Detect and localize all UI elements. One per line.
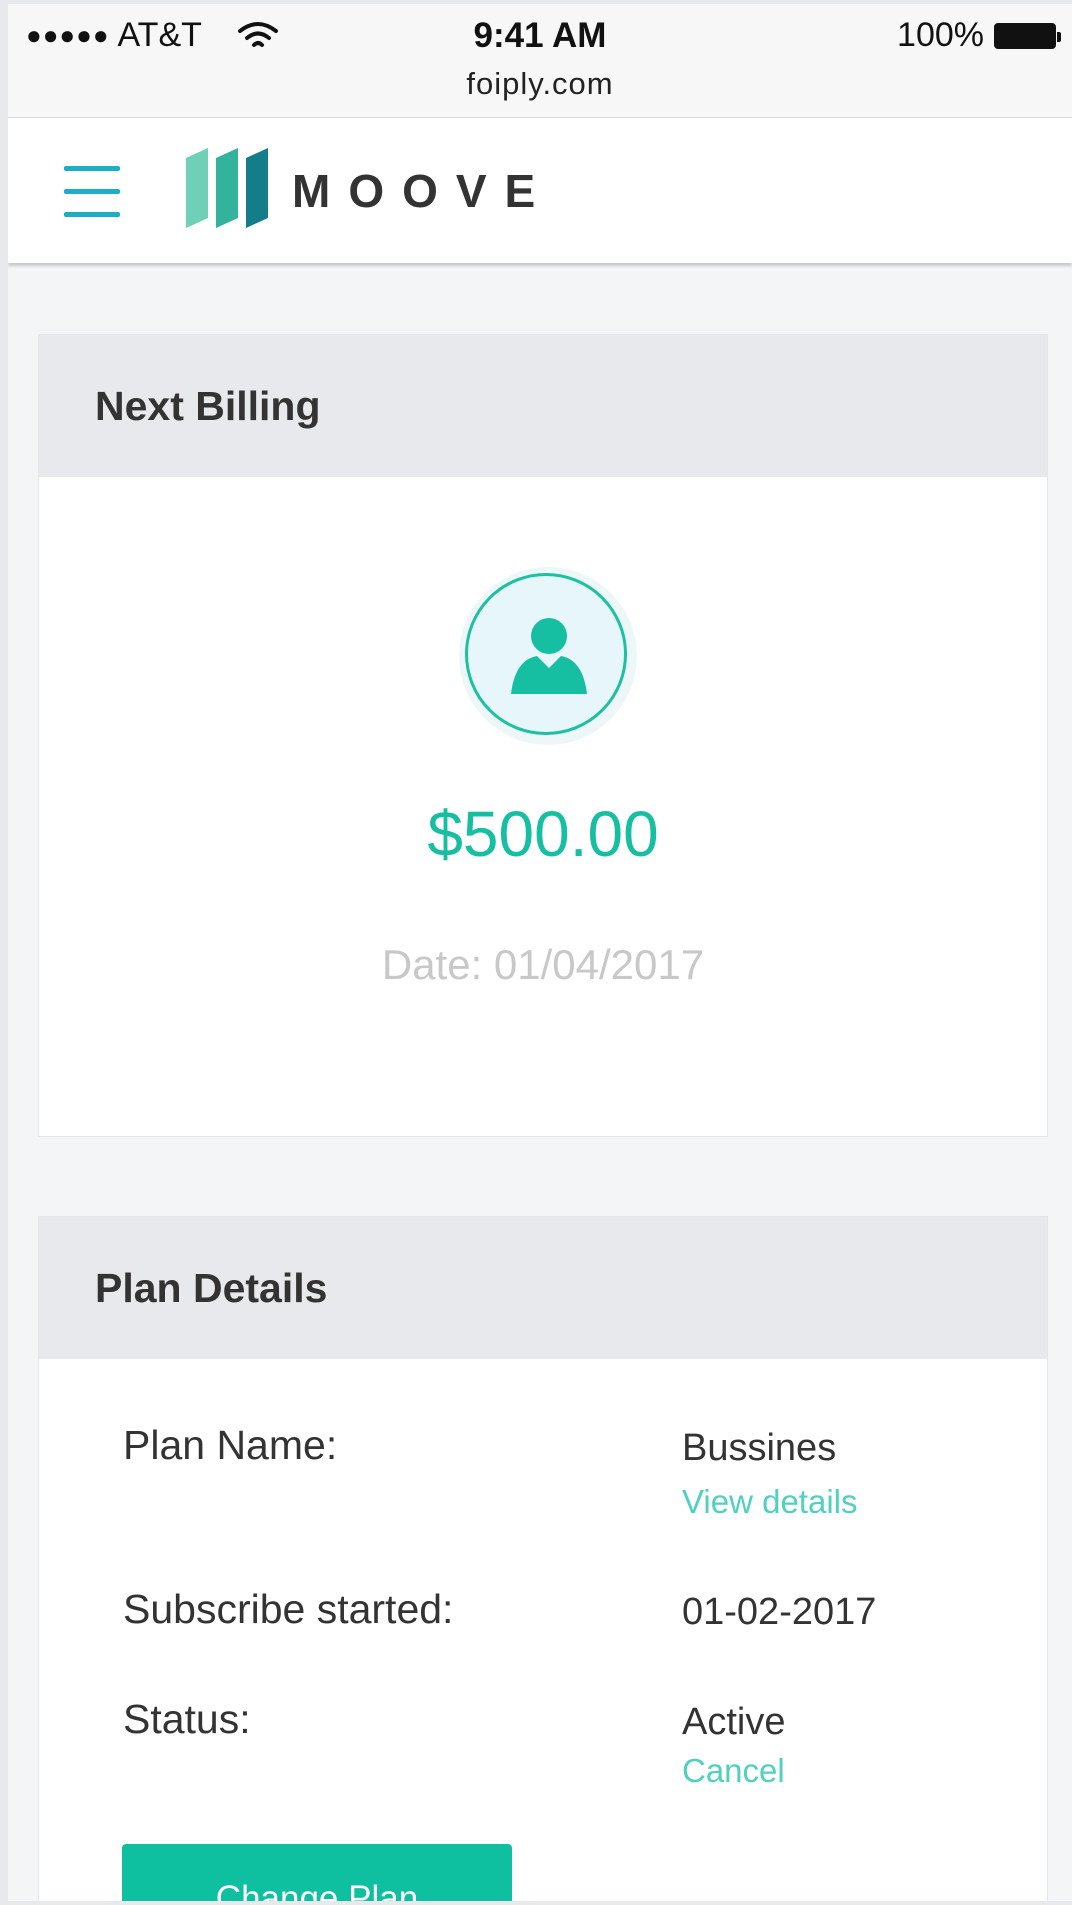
next-billing-title: Next Billing [39,335,1047,477]
logo-text: MOOVE [292,165,554,217]
plan-details-title: Plan Details [39,1217,1047,1359]
view-details-link[interactable]: View details [682,1483,858,1521]
user-icon [511,618,587,694]
logo-mark-icon [186,148,268,228]
avatar [459,567,637,745]
billing-date: Date: 01/04/2017 [381,941,705,988]
battery-percent: 100% [897,16,984,54]
status-right: 100% [897,16,1061,55]
plan-name-label: Plan Name: [123,1422,338,1468]
hamburger-icon[interactable] [64,166,120,217]
cancel-link[interactable]: Cancel [682,1752,785,1790]
plan-details-card: Plan Details Plan Name: Bussines View de… [38,1216,1048,1901]
battery-icon [994,22,1061,49]
billing-amount: $500.00 [427,798,659,870]
subscribe-started-value: 01-02-2017 [682,1591,877,1633]
subscribe-started-label: Subscribe started: [123,1586,454,1632]
status-label: Status: [123,1696,251,1742]
next-billing-card: Next Billing $500.00 Date: 01/04/2017 [38,334,1048,1137]
status-bar: ●●●●● AT&T 9:41 AM foiply.com 100% [8,4,1072,118]
status-value: Active [682,1701,786,1743]
plan-name-value: Bussines [682,1427,837,1469]
phone-screen: ●●●●● AT&T 9:41 AM foiply.com 100% MOOVE [8,4,1072,1901]
logo[interactable]: MOOVE [186,148,553,234]
address-bar-url[interactable]: foiply.com [8,66,1072,102]
change-plan-button[interactable]: Change Plan [122,1844,512,1901]
app-header: MOOVE [8,118,1072,263]
